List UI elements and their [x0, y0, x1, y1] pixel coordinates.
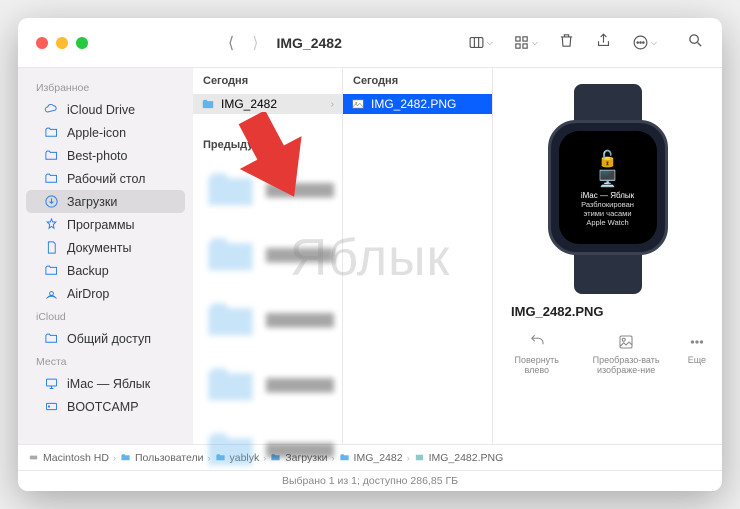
- convert-image-button[interactable]: Преобразо-вать изображе-ние: [577, 333, 676, 375]
- blurred-row: ████████: [193, 158, 342, 223]
- rotate-left-button[interactable]: Повернуть влево: [509, 333, 565, 375]
- column-1: Сегодня IMG_2482 › Предыдущие ████████ █…: [193, 68, 343, 444]
- sidebar-item-airdrop[interactable]: AirDrop: [26, 282, 185, 305]
- titlebar: ⟨ ⟩ IMG_2482 ⌵ ⌵ ⌵: [18, 18, 722, 68]
- forward-button[interactable]: ⟩: [252, 33, 258, 53]
- sidebar-group-label: iCloud: [18, 305, 193, 327]
- blurred-row: ████████: [193, 288, 342, 353]
- close-button[interactable]: [36, 37, 48, 49]
- sidebar-item-imac[interactable]: iMac — Яблык: [26, 372, 185, 395]
- actions-button[interactable]: ⌵: [632, 34, 657, 51]
- preview-image: 🔓🖥️ iMac — Яблык Разблокирован этими час…: [538, 84, 678, 294]
- blurred-row: ████████: [193, 483, 342, 491]
- chevron-right-icon: ›: [331, 99, 334, 110]
- sidebar-item-applications[interactable]: Программы: [26, 213, 185, 236]
- sidebar-item-desktop[interactable]: Рабочий стол: [26, 167, 185, 190]
- preview-pane: 🔓🖥️ iMac — Яблык Разблокирован этими час…: [493, 68, 722, 444]
- share-button[interactable]: [595, 32, 612, 54]
- image-icon: [414, 452, 425, 463]
- folder-label: IMG_2482: [221, 97, 277, 111]
- group-button[interactable]: ⌵: [513, 34, 538, 51]
- more-actions-button[interactable]: Еще: [688, 333, 706, 375]
- sidebar-group-label: Места: [18, 350, 193, 372]
- finder-window: ⟨ ⟩ IMG_2482 ⌵ ⌵ ⌵ Избранное iCloud Driv…: [18, 18, 722, 491]
- file-row[interactable]: IMG_2482.PNG: [343, 94, 492, 114]
- window-controls: [36, 37, 88, 49]
- sidebar-item-best-photo[interactable]: Best-photo: [26, 144, 185, 167]
- search-button[interactable]: [687, 32, 704, 54]
- minimize-button[interactable]: [56, 37, 68, 49]
- preview-filename: IMG_2482.PNG: [503, 304, 604, 319]
- nav-buttons: ⟨ ⟩: [228, 33, 259, 53]
- back-button[interactable]: ⟨: [228, 33, 234, 53]
- blurred-row: ████████: [193, 223, 342, 288]
- path-bar[interactable]: Macintosh HD› Пользователи› yablyk› Загр…: [18, 444, 722, 470]
- status-bar: Выбрано 1 из 1; доступно 286,85 ГБ: [18, 470, 722, 491]
- folder-icon: [120, 452, 131, 463]
- lock-icon: 🔓🖥️: [598, 149, 618, 189]
- zoom-button[interactable]: [76, 37, 88, 49]
- file-label: IMG_2482.PNG: [371, 97, 456, 111]
- sidebar-item-icloud-drive[interactable]: iCloud Drive: [26, 98, 185, 121]
- sidebar: Избранное iCloud Drive Apple-icon Best-p…: [18, 68, 193, 444]
- column-header: Сегодня: [193, 68, 342, 94]
- blurred-row: ████████: [193, 418, 342, 483]
- sidebar-item-documents[interactable]: Документы: [26, 236, 185, 259]
- sidebar-item-backup[interactable]: Backup: [26, 259, 185, 282]
- body: Избранное iCloud Drive Apple-icon Best-p…: [18, 68, 722, 444]
- blurred-row: ████████: [193, 353, 342, 418]
- window-title: IMG_2482: [277, 35, 342, 51]
- sidebar-group-label: Избранное: [18, 76, 193, 98]
- sidebar-item-bootcamp[interactable]: BOOTCAMP: [26, 395, 185, 418]
- column-header: Предыдущие: [193, 132, 342, 158]
- hdd-icon: [28, 452, 39, 463]
- sidebar-item-downloads[interactable]: Загрузки: [26, 190, 185, 213]
- sidebar-item-shared[interactable]: Общий доступ: [26, 327, 185, 350]
- column-2: Сегодня IMG_2482.PNG: [343, 68, 493, 444]
- trash-button[interactable]: [558, 32, 575, 54]
- image-icon: [351, 97, 365, 111]
- column-header: Сегодня: [343, 68, 492, 94]
- folder-row[interactable]: IMG_2482 ›: [193, 94, 342, 114]
- view-columns-button[interactable]: ⌵: [468, 34, 493, 51]
- sidebar-item-apple-icon[interactable]: Apple-icon: [26, 121, 185, 144]
